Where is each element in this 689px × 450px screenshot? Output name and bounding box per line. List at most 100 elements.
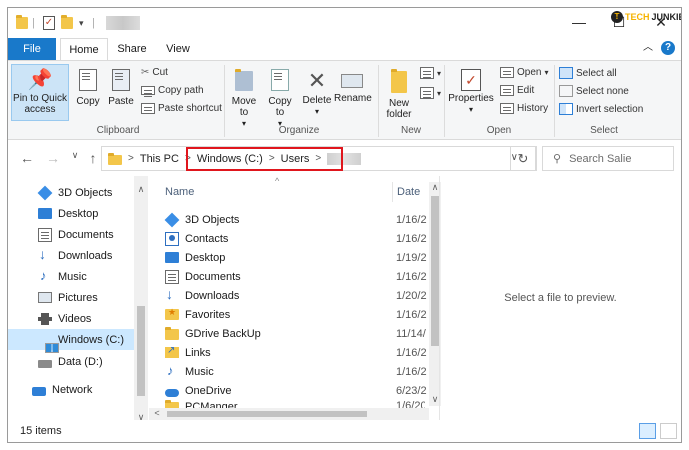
history-icon	[500, 103, 514, 114]
properties-icon: ✓	[461, 69, 481, 91]
preview-pane: Select a file to preview.	[439, 176, 681, 420]
address-row: ← → ∨ ↑ > This PC > Windows (C:) > Users…	[8, 141, 681, 176]
delete-button[interactable]: ✕ Delete ▾	[302, 69, 332, 117]
window-title	[106, 16, 140, 30]
back-arrow-icon[interactable]: ←	[18, 150, 36, 166]
file-row-gdrive-backup[interactable]: GDrive BackUp 11/14/	[165, 324, 426, 343]
tab-share[interactable]: Share	[112, 38, 152, 60]
minimize-button[interactable]: —	[568, 13, 590, 31]
new-item-button[interactable]: ▾	[420, 67, 441, 79]
nav-item-music[interactable]: Music	[8, 266, 134, 287]
pin-icon: 📌	[27, 69, 53, 91]
file-row-favorites[interactable]: Favorites1/16/2	[165, 305, 427, 324]
maximize-button[interactable]: ☐	[608, 13, 630, 31]
scroll-left-icon[interactable]: <	[151, 408, 163, 418]
file-row-desktop[interactable]: Desktop 1/19/2	[165, 248, 427, 267]
select-all-button[interactable]: Select all	[559, 67, 617, 79]
move-to-icon	[235, 69, 253, 91]
help-icon[interactable]: ?	[661, 41, 675, 55]
nav-item-network[interactable]: Network	[8, 379, 134, 400]
title-bar: | ✓ ▾ | T TECH JUNKIE — ☐ ✕	[8, 8, 681, 38]
breadcrumb-this-pc[interactable]: This PC	[140, 153, 179, 165]
paste-shortcut-button[interactable]: Paste shortcut	[141, 103, 222, 114]
nav-scrollbar[interactable]: ∧ ∨	[134, 176, 148, 422]
collapse-ribbon-icon[interactable]: ︿	[641, 41, 655, 55]
close-button[interactable]: ✕	[650, 13, 672, 31]
documents-icon	[38, 227, 52, 242]
documents-icon	[165, 269, 179, 284]
copy-path-button[interactable]: Copy path	[141, 85, 204, 96]
pin-to-quick-access-button[interactable]: 📌 Pin to Quick access	[11, 64, 69, 121]
column-header-date[interactable]: Date	[397, 186, 420, 198]
rename-icon	[341, 74, 363, 88]
details-view-button[interactable]	[639, 423, 656, 439]
file-row-onedrive[interactable]: OneDrive 6/23/2	[165, 381, 427, 400]
navigation-pane: 3D Objects Desktop Documents Downloads M…	[8, 176, 149, 422]
paste-button[interactable]: Paste	[106, 69, 136, 107]
file-list-hscrollbar-thumb[interactable]	[167, 411, 367, 417]
easy-access-button[interactable]: ▾	[420, 87, 441, 99]
up-arrow-icon[interactable]: ↑	[84, 150, 102, 166]
file-row-downloads[interactable]: Downloads1/20/2	[165, 286, 427, 305]
edit-button[interactable]: Edit	[500, 85, 534, 96]
invert-selection-button[interactable]: Invert selection	[559, 103, 643, 115]
music-icon	[38, 268, 52, 284]
copy-path-icon	[141, 86, 155, 95]
tab-file[interactable]: File	[8, 38, 56, 60]
copy-to-button[interactable]: Copy to ▾	[264, 69, 296, 129]
desktop-icon	[165, 252, 179, 263]
preview-message: Select a file to preview.	[504, 292, 617, 304]
copy-button[interactable]: Copy	[72, 69, 104, 107]
file-row-documents[interactable]: Documents 1/16/2	[165, 267, 427, 286]
search-box[interactable]: ⚲ Search Salie	[542, 146, 674, 171]
history-button[interactable]: History	[500, 103, 548, 114]
file-explorer-window: | ✓ ▾ | T TECH JUNKIE — ☐ ✕ File Home Shar…	[7, 7, 682, 443]
file-row-contacts[interactable]: Contacts 1/16/2	[165, 229, 427, 248]
nav-item-downloads[interactable]: Downloads	[8, 245, 134, 266]
ribbon: 📌 Pin to Quick access Copy Paste ✂ Cut Co…	[8, 60, 681, 140]
move-to-button[interactable]: Move to ▾	[228, 69, 260, 129]
file-list-hscrollbar[interactable]: <	[149, 408, 429, 420]
cut-button[interactable]: ✂ Cut	[141, 67, 168, 78]
refresh-icon[interactable]: ↻	[510, 146, 536, 171]
file-row-music[interactable]: Music1/16/2	[165, 362, 427, 381]
nav-item-3d-objects[interactable]: 3D Objects	[8, 182, 134, 203]
file-list-vscrollbar-thumb[interactable]	[431, 196, 439, 346]
nav-item-videos[interactable]: Videos	[8, 308, 134, 329]
delete-icon: ✕	[307, 68, 327, 93]
tab-home[interactable]: Home	[60, 38, 108, 61]
address-bar[interactable]: > This PC > Windows (C:) > Users > ∨	[101, 146, 537, 171]
rename-button[interactable]: Rename	[334, 69, 372, 104]
nav-item-pictures[interactable]: Pictures	[8, 287, 134, 308]
chevron-right-icon: >	[128, 153, 134, 164]
sort-indicator-icon: ^	[275, 176, 280, 186]
column-divider[interactable]	[392, 182, 393, 202]
separator: |	[92, 17, 95, 29]
group-label-open: Open	[486, 125, 512, 136]
file-row-links[interactable]: Links1/16/2	[165, 343, 427, 362]
nav-item-documents[interactable]: Documents	[8, 224, 134, 245]
open-button[interactable]: Open ▾	[500, 67, 548, 78]
new-folder-button[interactable]: New folder	[382, 69, 416, 120]
file-row-3d-objects[interactable]: 3D Objects 1/16/2	[164, 210, 427, 229]
nav-scrollbar-thumb[interactable]	[137, 306, 145, 396]
file-list: ^ Name Date 3D Objects 1/16/2 Contacts 1/1…	[149, 176, 441, 420]
column-header-name[interactable]: Name	[165, 186, 194, 198]
select-none-button[interactable]: Select none	[559, 85, 629, 97]
nav-item-windows-c[interactable]: Windows (C:)	[8, 329, 134, 353]
recent-locations-chevron-icon[interactable]: ∨	[66, 150, 84, 161]
folder-icon	[16, 14, 28, 32]
customize-quick-access-icon[interactable]: ▾	[79, 14, 84, 32]
properties-quick-icon[interactable]: ✓	[43, 14, 55, 32]
forward-arrow-icon[interactable]: →	[44, 150, 62, 166]
download-icon	[38, 246, 52, 263]
nav-item-data-d[interactable]: Data (D:)	[8, 351, 134, 372]
highlight-box	[186, 147, 343, 171]
large-icons-view-button[interactable]	[660, 423, 677, 439]
nav-item-desktop[interactable]: Desktop	[8, 203, 134, 224]
tab-view[interactable]: View	[160, 38, 196, 60]
scroll-up-icon[interactable]: ∧	[135, 184, 147, 195]
properties-button[interactable]: ✓ Properties ▾	[446, 69, 496, 115]
clipboard-icon	[112, 69, 130, 91]
new-folder-quick-icon[interactable]	[61, 14, 73, 32]
